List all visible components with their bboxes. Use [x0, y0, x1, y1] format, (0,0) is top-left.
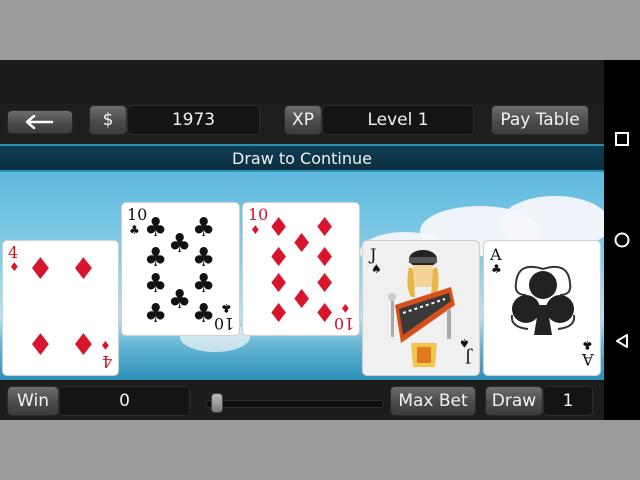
club-icon [510, 265, 576, 335]
club-icon: ♣ [144, 213, 168, 243]
card-rank: J [464, 348, 471, 367]
card-3[interactable]: 10 ♦ ♦ ♦ ♦ ♦ ♦ ♦ ♦ ♦ ♦ ♦ 10 ♦ [242, 202, 360, 336]
diamond-icon: ♦ [250, 223, 261, 237]
card-rank: 10 [248, 205, 269, 224]
club-icon: ♣ [144, 299, 168, 329]
back-button[interactable] [7, 110, 73, 134]
currency-label: $ [102, 110, 114, 130]
diamond-icon: ♦ [70, 252, 97, 287]
diamond-icon: ♦ [290, 285, 314, 315]
xp-label: XP [292, 110, 314, 130]
club-icon: ♣ [192, 299, 216, 329]
diamond-icon: ♦ [313, 299, 337, 329]
diamond-icon: ♦ [9, 260, 20, 274]
bet-slider-track[interactable] [206, 400, 384, 408]
home-button[interactable] [604, 225, 640, 255]
diamond-icon: ♦ [267, 269, 291, 299]
win-label: Win [17, 391, 49, 411]
max-bet-label: Max Bet [398, 391, 468, 411]
club-icon: ♣ [582, 338, 593, 352]
recents-button[interactable] [604, 124, 640, 154]
win-value: 0 [119, 391, 130, 411]
club-icon: ♣ [168, 285, 192, 315]
club-icon: ♣ [491, 262, 502, 276]
card-rank: 10 [213, 314, 234, 333]
diamond-icon: ♦ [340, 301, 351, 315]
diamond-icon: ♦ [313, 269, 337, 299]
back-nav-button[interactable] [604, 326, 640, 356]
diamond-icon: ♦ [27, 252, 54, 287]
card-rank: 10 [333, 314, 354, 333]
system-nav-bar [604, 60, 640, 420]
club-icon: ♣ [192, 269, 216, 299]
club-icon: ♣ [221, 301, 232, 315]
circle-icon [614, 232, 630, 248]
triangle-back-icon [616, 334, 628, 348]
card-4[interactable]: J ♠ J ♠ [362, 240, 480, 376]
diamond-icon: ♦ [100, 338, 111, 352]
bet-value: 1 [562, 391, 574, 411]
club-icon: ♣ [129, 223, 140, 237]
level-display: Level 1 [322, 105, 474, 135]
card-2[interactable]: 10 ♣ ♣ ♣ ♣ ♣ ♣ ♣ ♣ ♣ ♣ ♣ 10 ♣ [121, 202, 240, 336]
card-5[interactable]: A ♣ A ♣ [483, 240, 601, 376]
credits-display: 1973 [127, 105, 260, 135]
xp-button[interactable]: XP [284, 105, 322, 135]
win-button[interactable]: Win [7, 386, 59, 416]
card-rank: J [370, 245, 377, 264]
card-rank: 4 [8, 243, 19, 262]
game-screen: $ 1973 XP Level 1 Pay Table Draw to Cont… [0, 60, 604, 420]
bottom-bar: Win 0 Max Bet Draw 1 [0, 380, 604, 420]
spade-icon: ♠ [459, 336, 470, 350]
club-icon: ♣ [144, 269, 168, 299]
status-banner: Draw to Continue [0, 144, 604, 172]
currency-button[interactable]: $ [89, 105, 127, 135]
diamond-icon: ♦ [70, 328, 97, 363]
jack-face-icon [388, 250, 455, 367]
bet-slider-handle[interactable] [211, 393, 224, 413]
credits-value: 1973 [171, 110, 216, 130]
pay-table-label: Pay Table [500, 110, 580, 130]
left-arrow-icon [25, 115, 54, 129]
win-display: 0 [59, 386, 190, 416]
draw-button[interactable]: Draw [485, 386, 543, 416]
draw-label: Draw [491, 391, 537, 411]
club-icon: ♣ [168, 229, 192, 259]
card-rank: 4 [101, 352, 112, 371]
card-rank: A [582, 350, 594, 369]
card-table: 4 ♦ ♦ ♦ ♦ ♦ 4 ♦ 10 ♣ ♣ ♣ ♣ ♣ ♣ ♣ ♣ ♣ ♣ ♣… [0, 172, 604, 380]
diamond-icon: ♦ [267, 299, 291, 329]
status-message: Draw to Continue [232, 148, 372, 168]
diamond-icon: ♦ [313, 213, 337, 243]
square-icon [615, 132, 629, 146]
diamond-icon: ♦ [290, 229, 314, 259]
level-value: Level 1 [367, 110, 429, 130]
diamond-icon: ♦ [267, 213, 291, 243]
bet-display: 1 [543, 386, 593, 416]
club-icon: ♣ [192, 213, 216, 243]
card-rank: A [490, 245, 502, 264]
diamond-icon: ♦ [27, 328, 54, 363]
card-1[interactable]: 4 ♦ ♦ ♦ ♦ ♦ 4 ♦ [2, 240, 119, 376]
max-bet-button[interactable]: Max Bet [390, 386, 476, 416]
pay-table-button[interactable]: Pay Table [491, 105, 589, 135]
